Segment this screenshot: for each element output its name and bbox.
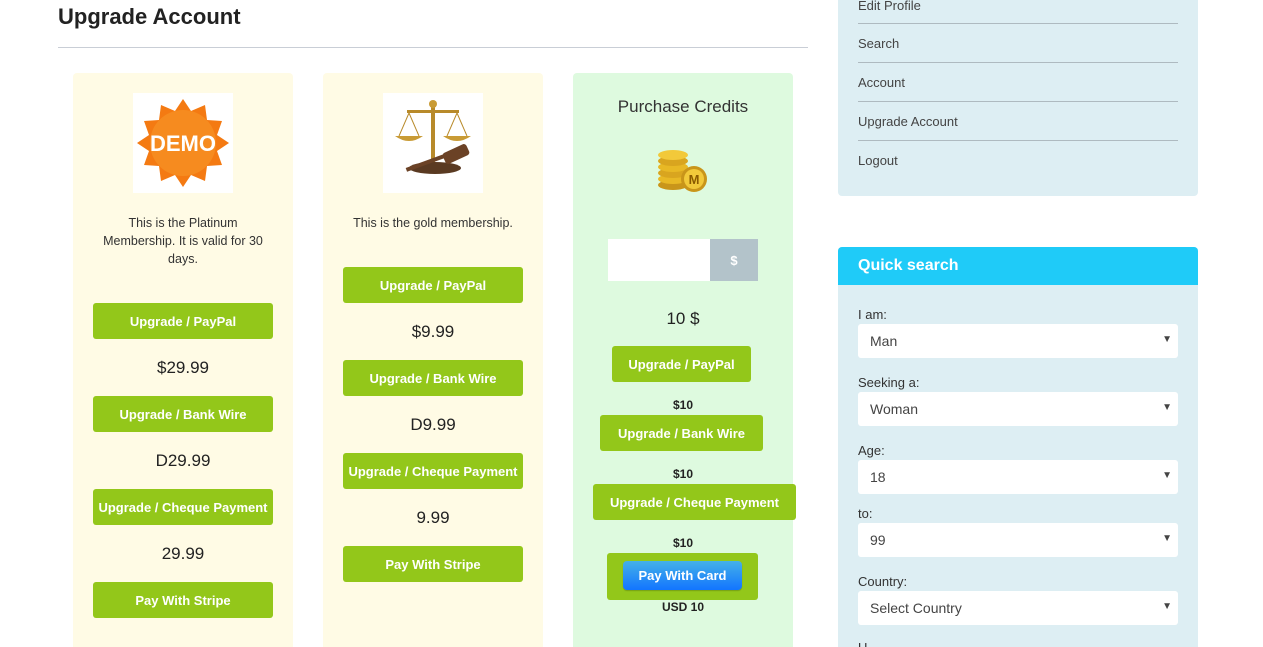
upgrade-cheque-button[interactable]: Upgrade / Cheque Payment [93, 489, 273, 525]
currency-addon: $ [710, 239, 758, 281]
field-label: Country: [858, 574, 908, 589]
upgrade-bank-wire-button[interactable]: Upgrade / Bank Wire [93, 396, 273, 432]
price-usd: $9.99 [411, 322, 455, 341]
price-usd: $29.99 [157, 358, 209, 377]
gold-plan-card: This is the gold membership. Upgrade / P… [323, 73, 543, 647]
credits-price-cheque: $10 [672, 536, 694, 550]
select-value: Man [870, 333, 898, 349]
age-from-select[interactable]: 18 ▼ [858, 460, 1178, 494]
credits-title: Purchase Credits [617, 97, 749, 116]
stripe-checkout-wrapper: Pay With Card [607, 553, 758, 600]
upgrade-paypal-button[interactable]: Upgrade / PayPal [93, 303, 273, 339]
caret-down-icon: ▼ [1162, 402, 1172, 413]
gender-select[interactable]: Man ▼ [858, 324, 1178, 358]
page-title: Upgrade Account [58, 4, 241, 29]
field-label: to: [858, 506, 873, 521]
select-value: Select Country [870, 600, 962, 616]
credits-amount-input[interactable] [608, 239, 710, 281]
nav-divider [858, 140, 1178, 141]
nav-divider [858, 101, 1178, 102]
age-to-select[interactable]: 99 ▼ [858, 523, 1178, 557]
caret-down-icon: ▼ [1162, 470, 1172, 481]
field-label: I am: [858, 307, 887, 322]
field-label: U [858, 640, 867, 647]
nav-divider [858, 62, 1178, 63]
caret-down-icon: ▼ [1162, 533, 1172, 544]
coins-icon: M [655, 147, 711, 195]
demo-badge-image: DEMO [133, 93, 233, 193]
upgrade-paypal-button[interactable]: Upgrade / PayPal [612, 346, 751, 382]
pay-with-stripe-button[interactable]: Pay With Stripe [343, 546, 523, 582]
upgrade-bank-wire-button[interactable]: Upgrade / Bank Wire [600, 415, 763, 451]
select-value: Woman [870, 401, 918, 417]
platinum-plan-card: DEMO This is the Platinum Membership. It… [73, 73, 293, 647]
plan-description: This is the gold membership. [353, 216, 513, 230]
field-label: Age: [858, 443, 885, 458]
title-divider [58, 47, 808, 48]
credits-price-paypal: $10 [672, 398, 694, 412]
price-cheque: 9.99 [416, 508, 450, 527]
plan-description: This is the Platinum Membership. It is v… [103, 216, 263, 266]
nav-account[interactable]: Account [858, 75, 1178, 90]
price-cheque: 29.99 [161, 544, 205, 563]
field-label: Seeking a: [858, 375, 920, 390]
price-bank: D9.99 [410, 415, 456, 434]
upgrade-cheque-button[interactable]: Upgrade / Cheque Payment [593, 484, 796, 520]
purchase-credits-card: Purchase Credits M $ 10 $ Upgrade / PayP… [573, 73, 796, 647]
nav-edit-profile[interactable]: Edit Profile [858, 0, 1178, 13]
select-value: 99 [870, 532, 886, 548]
pay-with-stripe-button[interactable]: Pay With Stripe [93, 582, 273, 618]
nav-search[interactable]: Search [858, 36, 1178, 51]
pay-with-card-button[interactable]: Pay With Card [623, 561, 742, 590]
upgrade-paypal-button[interactable]: Upgrade / PayPal [343, 267, 523, 303]
price-bank: D29.99 [155, 451, 211, 470]
quick-search-panel: Quick search I am: Man ▼ Seeking a: Woma… [838, 247, 1198, 647]
upgrade-cheque-button[interactable]: Upgrade / Cheque Payment [343, 453, 523, 489]
nav-divider [858, 23, 1178, 24]
caret-down-icon: ▼ [1162, 601, 1172, 612]
justice-scale-image [383, 93, 483, 193]
seeking-select[interactable]: Woman ▼ [858, 392, 1178, 426]
sidebar-nav: Edit Profile Search Account Upgrade Acco… [838, 0, 1198, 196]
stripe-amount: USD 10 [661, 600, 705, 614]
country-select[interactable]: Select Country ▼ [858, 591, 1178, 625]
credits-price-bank: $10 [672, 467, 694, 481]
caret-down-icon: ▼ [1162, 334, 1172, 345]
upgrade-bank-wire-button[interactable]: Upgrade / Bank Wire [343, 360, 523, 396]
quick-search-title: Quick search [838, 247, 1198, 285]
nav-logout[interactable]: Logout [858, 153, 1178, 168]
select-value: 18 [870, 469, 886, 485]
credits-total: 10 $ [666, 309, 700, 328]
nav-upgrade-account[interactable]: Upgrade Account [858, 114, 1178, 129]
svg-text:DEMO: DEMO [150, 131, 216, 156]
svg-text:M: M [689, 172, 700, 187]
